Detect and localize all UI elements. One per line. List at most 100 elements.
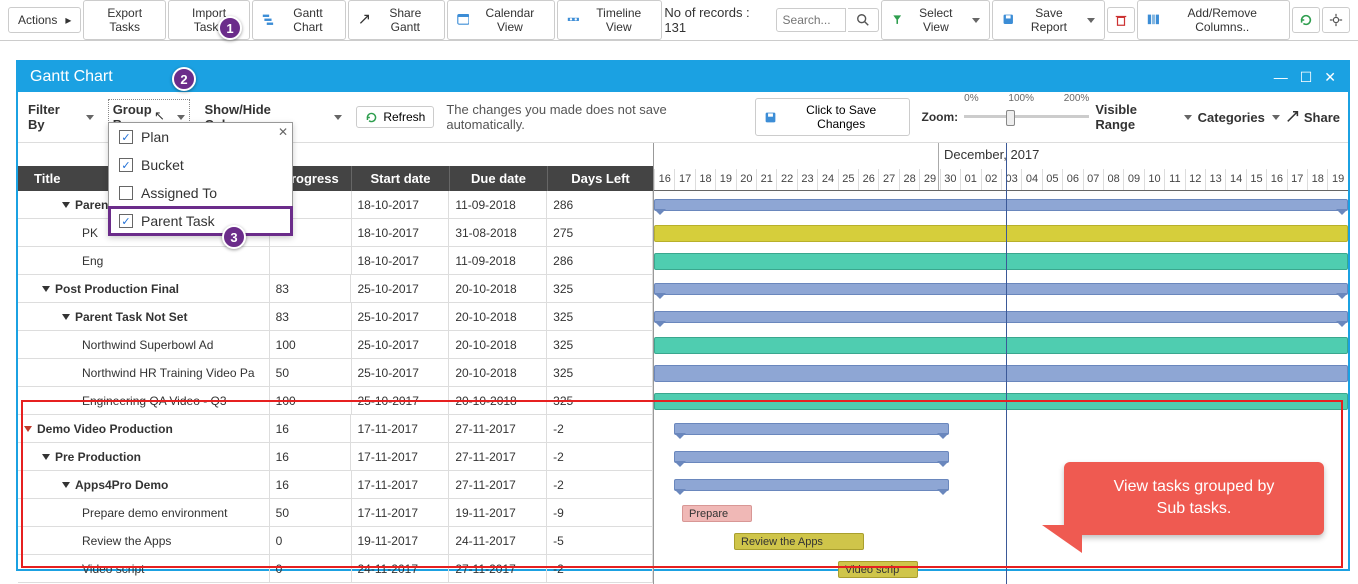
expand-caret-icon[interactable] [62, 482, 70, 488]
table-row[interactable]: Engineering QA Video - Q3 100 25-10-2017… [18, 387, 653, 415]
chevron-down-icon [1087, 18, 1095, 23]
cell-start-date: 25-10-2017 [352, 359, 450, 386]
refresh-button[interactable]: Refresh [356, 106, 434, 128]
delete-report-button[interactable] [1107, 7, 1135, 33]
group-by-option-label: Assigned To [141, 185, 217, 201]
table-row[interactable]: Pre Production 16 17-11-2017 27-11-2017 … [18, 443, 653, 471]
chevron-down-icon [86, 115, 94, 120]
cell-start-date: 17-11-2017 [352, 471, 450, 498]
gantt-bar[interactable] [654, 393, 1348, 410]
select-view-button[interactable]: Select View [881, 0, 990, 40]
gantt-bar[interactable] [654, 311, 1348, 323]
table-row[interactable]: Review the Apps 0 19-11-2017 24-11-2017 … [18, 527, 653, 555]
visible-range-dropdown[interactable]: Visible Range [1095, 102, 1191, 132]
cell-title: Northwind Superbowl Ad [18, 331, 270, 358]
table-row[interactable]: Prepare demo environment 50 17-11-2017 1… [18, 499, 653, 527]
expand-caret-icon[interactable] [42, 454, 50, 460]
gantt-bar-row [654, 303, 1348, 331]
cell-title: Eng [18, 247, 270, 274]
close-icon[interactable]: ✕ [278, 125, 288, 139]
cell-start-date: 25-10-2017 [352, 331, 450, 358]
gantt-bar[interactable]: Prepare [682, 505, 752, 522]
gantt-bar[interactable] [654, 225, 1348, 242]
table-row[interactable]: Demo Video Production 16 17-11-2017 27-1… [18, 415, 653, 443]
gantt-bar-row [654, 415, 1348, 443]
gantt-bar[interactable] [674, 451, 949, 463]
gantt-bar[interactable]: Video scrip [838, 561, 918, 578]
minimize-button[interactable]: — [1274, 69, 1288, 86]
export-tasks-button[interactable]: Export Tasks [83, 0, 166, 40]
group-by-option[interactable]: ✓ Parent Task [109, 207, 292, 235]
table-row[interactable]: Northwind HR Training Video Pa 50 25-10-… [18, 359, 653, 387]
cell-progress [270, 247, 352, 274]
gantt-bar[interactable] [654, 283, 1348, 295]
cell-progress: 50 [270, 499, 352, 526]
categories-dropdown[interactable]: Categories [1198, 110, 1280, 125]
gantt-chart-button[interactable]: Gantt Chart [252, 0, 346, 40]
day-cell: 09 [1123, 169, 1143, 190]
cell-due-date: 20-10-2018 [449, 359, 547, 386]
cell-start-date: 24-11-2017 [352, 555, 450, 582]
expand-caret-icon[interactable] [42, 286, 50, 292]
gantt-bar[interactable] [654, 365, 1348, 382]
col-start-date[interactable]: Start date [352, 166, 450, 191]
settings-icon-button[interactable] [1322, 7, 1350, 33]
gantt-bar[interactable] [654, 199, 1348, 211]
gantt-bar-row [654, 219, 1348, 247]
group-by-option[interactable]: Assigned To [109, 179, 292, 207]
expand-caret-icon[interactable] [62, 202, 70, 208]
maximize-button[interactable]: ☐ [1300, 69, 1313, 86]
table-row[interactable]: Parent Task Not Set 83 25-10-2017 20-10-… [18, 303, 653, 331]
search-input[interactable] [776, 8, 846, 32]
cell-progress: 16 [270, 471, 352, 498]
col-due-date[interactable]: Due date [450, 166, 548, 191]
actions-button[interactable]: Actions▸ [8, 7, 81, 33]
table-row[interactable]: Northwind Superbowl Ad 100 25-10-2017 20… [18, 331, 653, 359]
timeline-view-button[interactable]: Timeline View [557, 0, 662, 40]
filter-by-dropdown[interactable]: Filter By [26, 99, 96, 135]
day-cell: 16 [654, 169, 674, 190]
table-row[interactable]: Eng 18-10-2017 11-09-2018 286 [18, 247, 653, 275]
add-remove-columns-button[interactable]: Add/Remove Columns.. [1137, 0, 1290, 40]
day-cell: 18 [1307, 169, 1327, 190]
gantt-bar[interactable]: Review the Apps [734, 533, 864, 550]
save-changes-button[interactable]: Click to Save Changes [755, 98, 910, 136]
group-by-option[interactable]: ✓ Plan [109, 123, 292, 151]
cell-start-date: 18-10-2017 [352, 191, 450, 218]
refresh-icon-button[interactable] [1292, 7, 1320, 33]
close-button[interactable]: ✕ [1324, 69, 1336, 86]
cell-title: Northwind HR Training Video Pa [18, 359, 270, 386]
expand-caret-icon[interactable] [24, 426, 32, 432]
group-by-option[interactable]: ✓ Bucket [109, 151, 292, 179]
gantt-bar[interactable] [674, 479, 949, 491]
day-cell: 18 [695, 169, 715, 190]
cell-start-date: 18-10-2017 [352, 219, 450, 246]
save-report-button[interactable]: Save Report [992, 0, 1105, 40]
share-gantt-button[interactable]: Share Gantt [348, 0, 445, 40]
cell-days-left: 286 [547, 247, 653, 274]
cell-title: Apps4Pro Demo [18, 471, 270, 498]
search-button[interactable] [848, 8, 879, 32]
table-row[interactable]: Video script 0 24-11-2017 27-11-2017 -2 [18, 555, 653, 583]
today-marker [1006, 143, 1007, 584]
gear-icon [1329, 13, 1343, 27]
gantt-bar[interactable] [654, 337, 1348, 354]
day-cell: 11 [1164, 169, 1184, 190]
calendar-view-button[interactable]: Calendar View [447, 0, 556, 40]
table-row[interactable]: Apps4Pro Demo 16 17-11-2017 27-11-2017 -… [18, 471, 653, 499]
cell-due-date: 27-11-2017 [449, 415, 547, 442]
gantt-bar[interactable] [654, 253, 1348, 270]
chevron-down-icon [1184, 115, 1192, 120]
expand-caret-icon[interactable] [62, 314, 70, 320]
col-days-left[interactable]: Days Left [548, 166, 654, 191]
zoom-slider[interactable]: 0%100%200% [964, 107, 1089, 127]
chevron-down-icon [177, 115, 185, 120]
gantt-bar-row [654, 275, 1348, 303]
day-cell: 02 [981, 169, 1001, 190]
step-badge-2: 2 [172, 67, 196, 91]
callout-tooltip: View tasks grouped by Sub tasks. [1064, 462, 1324, 535]
table-row[interactable]: Post Production Final 83 25-10-2017 20-1… [18, 275, 653, 303]
checkbox-icon: ✓ [119, 158, 133, 172]
share-button[interactable]: Share [1286, 110, 1340, 125]
gantt-bar[interactable] [674, 423, 949, 435]
